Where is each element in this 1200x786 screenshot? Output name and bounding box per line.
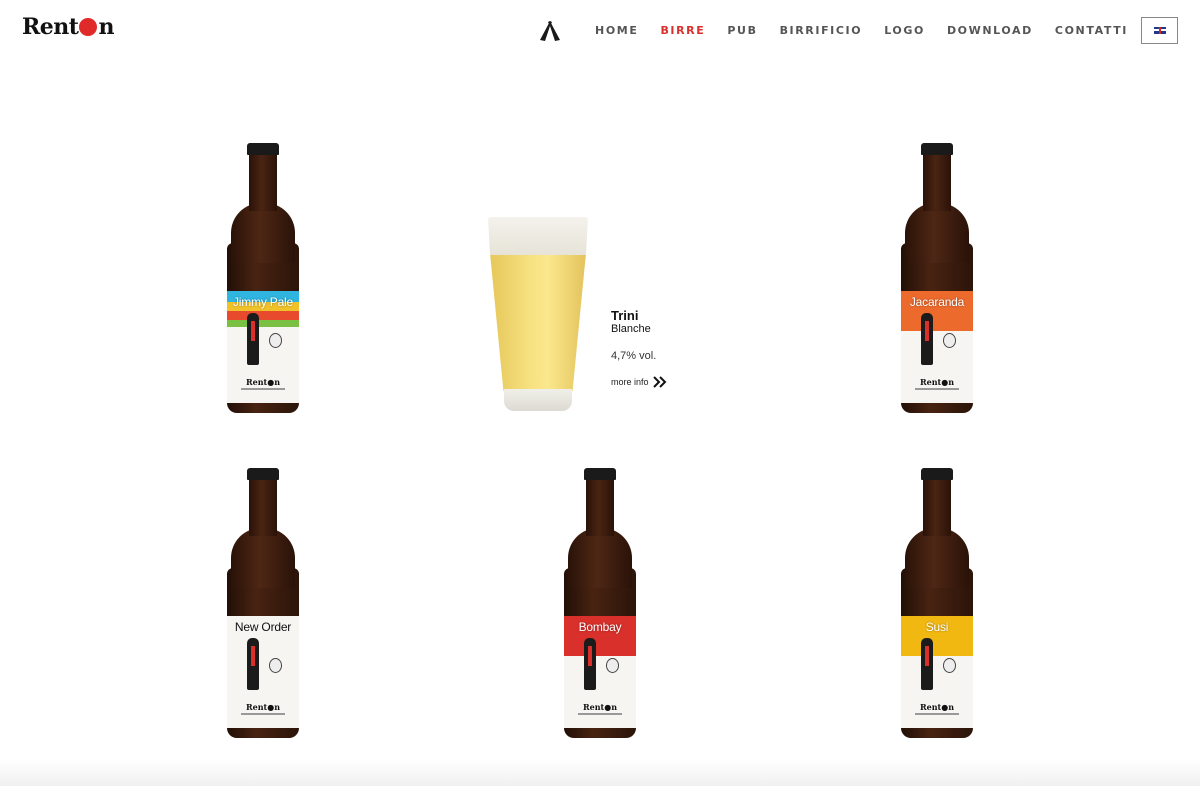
red-scarf-illustration [925,646,929,666]
nav-item-logo[interactable]: LOGO [884,24,925,37]
nav-item-pub[interactable]: PUB [727,24,757,37]
face-illustration [269,658,282,673]
featured-beer-info: Trini Blanche 4,7% vol. more info [611,308,731,388]
more-info-label: more info [611,377,649,387]
bottle-tagline-line [915,713,959,715]
main-nav: HOME BIRRE PUB BIRRIFICIO LOGO DOWNLOAD … [536,14,1178,46]
bottle-cap [584,468,616,480]
bottle-neck [923,153,951,211]
bottle-shoulder [231,528,295,588]
beer-name-label: Bombay [578,620,622,634]
bottle-label: Jacaranda Rent●n [901,291,973,403]
red-scarf-illustration [251,646,255,666]
double-chevron-right-icon [652,376,666,388]
bottle-tagline-line [578,713,622,715]
bottle-tagline-line [915,388,959,390]
label-band: Jimmy Pale [227,291,299,327]
beer-bottle-jacaranda[interactable]: Jacaranda Rent●n [899,143,975,419]
face-illustration [943,333,956,348]
crossed-bottles-icon[interactable] [536,16,564,44]
beer-bottle-susi[interactable]: Susi Rent●n [899,468,975,744]
beer-bottle-bombay[interactable]: Bombay Rent●n [562,468,638,744]
featured-beer-name: Trini [611,308,639,323]
footer-fade [0,760,1200,786]
bottle-cap [921,468,953,480]
bottle-label: Bombay Rent●n [564,616,636,728]
label-band: Bombay [564,616,636,656]
bottle-brand-text: Rent●n [919,702,955,712]
uk-flag-icon [1153,26,1166,34]
glass-base [504,389,572,411]
brand-logo[interactable]: Rent n [22,14,122,44]
label-band: New Order [227,616,299,652]
bottle-brand-text: Rent●n [245,377,281,387]
label-band: Susi [901,616,973,656]
featured-beer-abv: 4,7% vol. [611,350,657,362]
beer-name-label: Susi [925,620,949,634]
bottle-brand-text: Rent●n [245,702,281,712]
glass-beer [490,253,586,391]
bottle-tagline-line [241,713,285,715]
label-band: Jacaranda [901,291,973,331]
bottle-cap [247,143,279,155]
bottle-tagline-line [241,388,285,390]
language-switch-button[interactable] [1141,16,1178,44]
red-scarf-illustration [925,321,929,341]
nav-item-birrificio[interactable]: BIRRIFICIO [780,24,863,37]
bottle-neck [249,478,277,536]
beer-bottle-new-order[interactable]: New Order Rent●n [225,468,301,744]
nav-item-download[interactable]: DOWNLOAD [947,24,1033,37]
featured-beer-glass[interactable] [488,217,588,413]
nav-item-contatti[interactable]: CONTATTI [1055,24,1128,37]
nav-item-birre[interactable]: BIRRE [660,24,705,37]
bottle-brand-text: Rent●n [582,702,618,712]
bottle-label: Susi Rent●n [901,616,973,728]
bottle-shoulder [231,203,295,263]
red-scarf-illustration [251,321,255,341]
face-illustration [943,658,956,673]
more-info-link[interactable]: more info [611,376,731,388]
beer-name-label: New Order [234,620,292,634]
beer-name-label: Jacaranda [909,295,965,309]
bottle-cap [247,468,279,480]
featured-beer-style: Blanche [611,323,651,335]
bottle-shoulder [905,203,969,263]
bottle-neck [923,478,951,536]
glass-foam [488,217,588,255]
bottle-shoulder [905,528,969,588]
face-illustration [606,658,619,673]
bottle-label: New Order Rent●n [227,616,299,728]
face-illustration [269,333,282,348]
bottle-brand-text: Rent●n [919,377,955,387]
bottle-label: Jimmy Pale Rent●n [227,291,299,403]
nav-item-home[interactable]: HOME [595,24,638,37]
bottle-cap [921,143,953,155]
beer-bottle-jimmy-pale[interactable]: Jimmy Pale Rent●n [225,143,301,419]
logo-red-dot [79,18,98,36]
beer-name-label: Jimmy Pale [232,295,293,309]
brand-name: Rent n [22,14,114,40]
bottle-neck [249,153,277,211]
bottle-shoulder [568,528,632,588]
bottle-neck [586,478,614,536]
red-scarf-illustration [588,646,592,666]
